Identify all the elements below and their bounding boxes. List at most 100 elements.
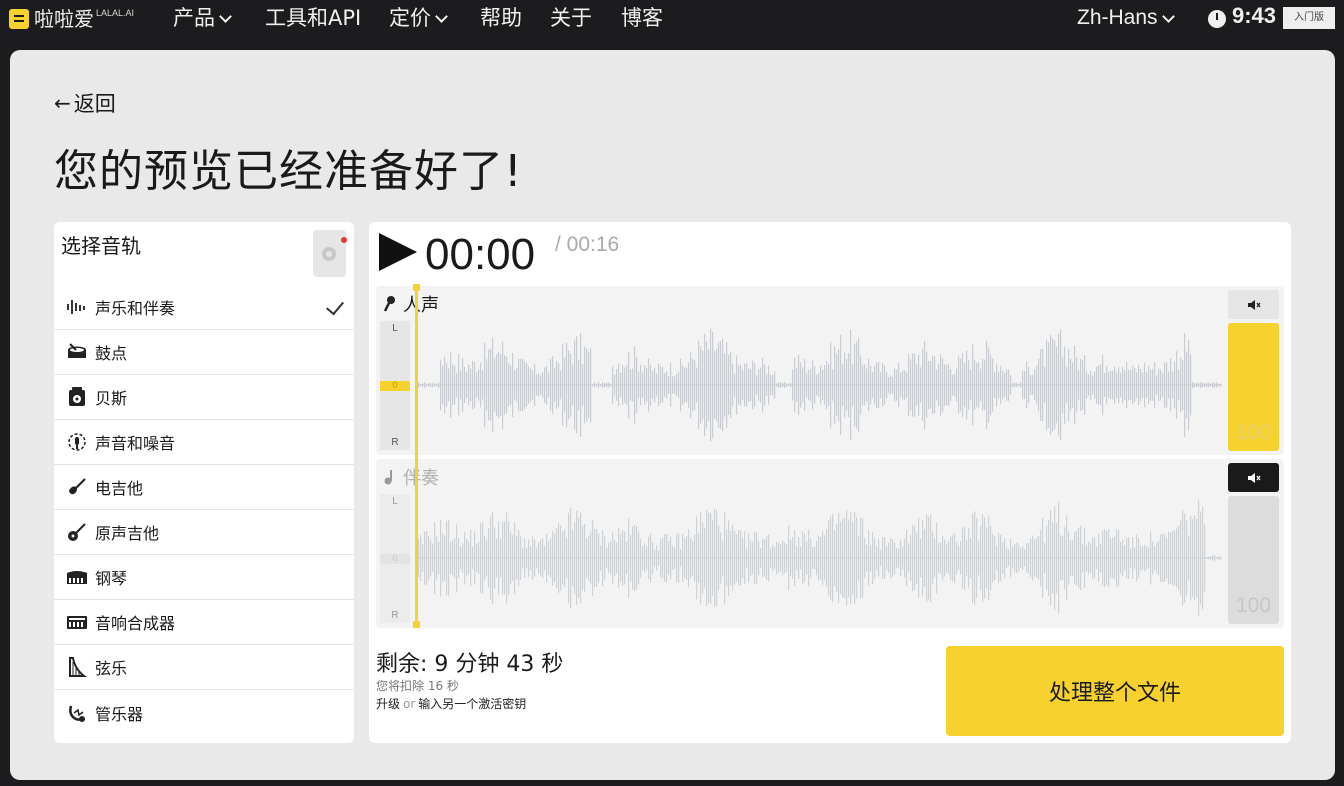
track-item-wind[interactable]: 管乐器 — [54, 690, 354, 735]
speaker-mute-icon — [1247, 299, 1261, 310]
piano-icon — [66, 566, 88, 588]
lane-label-text: 伴奏 — [403, 468, 439, 489]
nav-pricing[interactable]: 定价 — [389, 4, 448, 32]
clock-icon — [1208, 10, 1226, 28]
track-item-piano[interactable]: 钢琴 — [54, 555, 354, 600]
waveform-icon — [66, 296, 88, 318]
track-label: 管乐器 — [95, 704, 144, 724]
nav-about[interactable]: 关于 — [550, 4, 592, 32]
gear-icon — [322, 247, 336, 261]
preview-player: 00:00 / 00:16 人声 L 0 R 100 伴奏 L 0 R 100 … — [369, 222, 1291, 743]
synthesizer-icon — [66, 611, 88, 633]
track-item-drums[interactable]: 鼓点 — [54, 330, 354, 375]
pan-left-label: L — [392, 496, 398, 507]
track-item-vocals-instrumental[interactable]: 声乐和伴奏 — [54, 285, 354, 330]
back-link[interactable]: ← 返回 — [54, 88, 116, 118]
nav-pricing-label: 定价 — [389, 6, 431, 30]
vocals-lane: 人声 L 0 R 100 — [376, 286, 1284, 455]
lane-label: 伴奏 — [383, 464, 439, 490]
logo-icon — [9, 9, 29, 29]
track-label: 声音和噪音 — [95, 434, 176, 453]
back-label: 返回 — [73, 92, 116, 116]
nav-about-label: 关于 — [550, 6, 592, 30]
top-nav: 啦啦爱 LALAL.AI 产品 工具和API 定价 帮助 关于 博客 Zh-Ha… — [0, 0, 1344, 38]
logo[interactable]: 啦啦爱 LALAL.AI — [9, 6, 134, 32]
or-text: or — [403, 697, 416, 711]
play-button[interactable] — [379, 233, 417, 271]
nav-products-label: 产品 — [173, 6, 215, 30]
vocals-waveform — [416, 328, 1222, 442]
voice-noise-icon — [66, 431, 88, 453]
track-item-voice-noise[interactable]: 声音和噪音 — [54, 420, 354, 465]
track-label: 鼓点 — [95, 344, 128, 363]
process-full-file-button[interactable]: 处理整个文件 — [946, 646, 1284, 736]
lane-label: 人声 — [383, 291, 439, 317]
pan-slider[interactable]: L 0 R — [380, 321, 410, 450]
track-item-bass[interactable]: 贝斯 — [54, 375, 354, 420]
bass-amp-icon — [66, 386, 88, 408]
mute-button[interactable] — [1228, 290, 1279, 319]
plan-badge[interactable]: 入门版 — [1283, 7, 1335, 29]
speaker-mute-icon — [1247, 472, 1261, 483]
track-label: 电吉他 — [95, 479, 144, 498]
track-label: 声乐和伴奏 — [95, 299, 176, 318]
activation-key-link[interactable]: 输入另一个激活密钥 — [418, 697, 526, 711]
settings-button[interactable] — [313, 230, 347, 277]
nav-tools-api[interactable]: 工具和API — [265, 4, 361, 32]
arrow-left-icon: ← — [54, 91, 71, 115]
volume-value: 100 — [1235, 421, 1272, 444]
volume-slider[interactable]: 100 — [1228, 323, 1279, 451]
upgrade-line: 升级 or 输入另一个激活密钥 — [376, 695, 526, 712]
deduct-note: 您将扣除 16 秒 — [376, 679, 459, 693]
track-selector: 选择音轨 声乐和伴奏 鼓点 贝斯 声音和噪音 电吉他 原声吉他 钢琴 音响合成器… — [54, 222, 354, 743]
pan-center-label: 0 — [380, 381, 410, 391]
logo-sup: LALAL.AI — [96, 8, 135, 18]
electric-guitar-icon — [66, 476, 88, 498]
page-title: 您的预览已经准备好了! — [54, 146, 523, 197]
drum-icon — [66, 341, 88, 363]
remaining-time: 9:43 — [1232, 3, 1277, 28]
mute-button[interactable] — [1228, 463, 1279, 492]
pan-center-label: 0 — [380, 554, 410, 564]
pan-right-label: R — [391, 437, 399, 448]
language-label: Zh-Hans — [1077, 6, 1158, 29]
language-select[interactable]: Zh-Hans — [1077, 4, 1175, 32]
lane-label-text: 人声 — [403, 295, 439, 316]
music-note-icon — [384, 470, 392, 485]
wind-instrument-icon — [66, 702, 88, 724]
volume-slider[interactable]: 100 — [1228, 496, 1279, 624]
track-label: 音响合成器 — [95, 614, 176, 633]
playhead[interactable] — [413, 284, 420, 628]
remaining-minutes: 剩余: 9 分钟 43 秒 — [376, 652, 564, 677]
current-time: 00:00 — [425, 230, 536, 279]
upgrade-link[interactable]: 升级 — [376, 697, 400, 711]
pan-left-label: L — [392, 323, 398, 334]
chevron-down-icon — [435, 9, 448, 23]
nav-products[interactable]: 产品 — [173, 4, 232, 32]
checkmark-icon — [326, 296, 344, 316]
logo-text: 啦啦爱 — [34, 7, 94, 31]
strings-icon — [66, 656, 88, 678]
track-item-synthesizer[interactable]: 音响合成器 — [54, 600, 354, 645]
track-item-electric-guitar[interactable]: 电吉他 — [54, 465, 354, 510]
track-item-acoustic-guitar[interactable]: 原声吉他 — [54, 510, 354, 555]
nav-tools-api-label: 工具和API — [265, 6, 362, 30]
instrumental-waveform — [416, 500, 1222, 616]
track-label: 原声吉他 — [95, 524, 160, 543]
track-label: 贝斯 — [95, 389, 128, 408]
nav-help[interactable]: 帮助 — [480, 4, 522, 32]
nav-help-label: 帮助 — [480, 6, 522, 30]
notification-dot — [341, 237, 347, 243]
pan-right-label: R — [391, 610, 399, 621]
pan-slider[interactable]: L 0 R — [380, 494, 410, 623]
acoustic-guitar-icon — [66, 521, 88, 543]
track-label: 钢琴 — [95, 569, 128, 588]
total-time: / 00:16 — [555, 233, 620, 256]
chevron-down-icon — [1161, 9, 1175, 23]
track-item-strings[interactable]: 弦乐 — [54, 645, 354, 690]
microphone-icon — [383, 296, 395, 312]
volume-value: 100 — [1235, 594, 1272, 617]
chevron-down-icon — [219, 9, 232, 23]
nav-blog[interactable]: 博客 — [621, 4, 663, 32]
instrumental-lane: 伴奏 L 0 R 100 — [376, 459, 1284, 628]
